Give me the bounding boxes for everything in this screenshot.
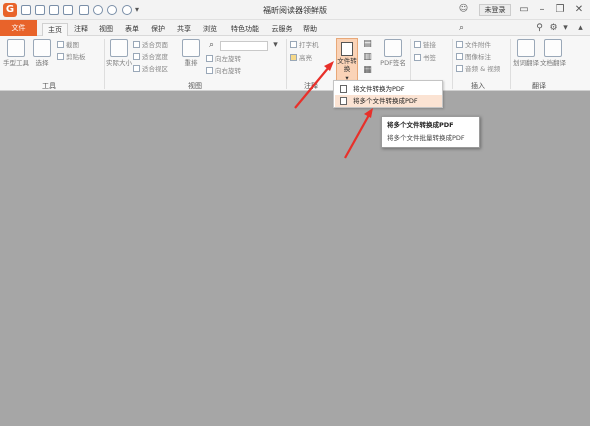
arrow-to-menu-item (344, 108, 373, 159)
annotation-arrows (294, 61, 373, 159)
arrow-to-convert-button (294, 61, 334, 109)
